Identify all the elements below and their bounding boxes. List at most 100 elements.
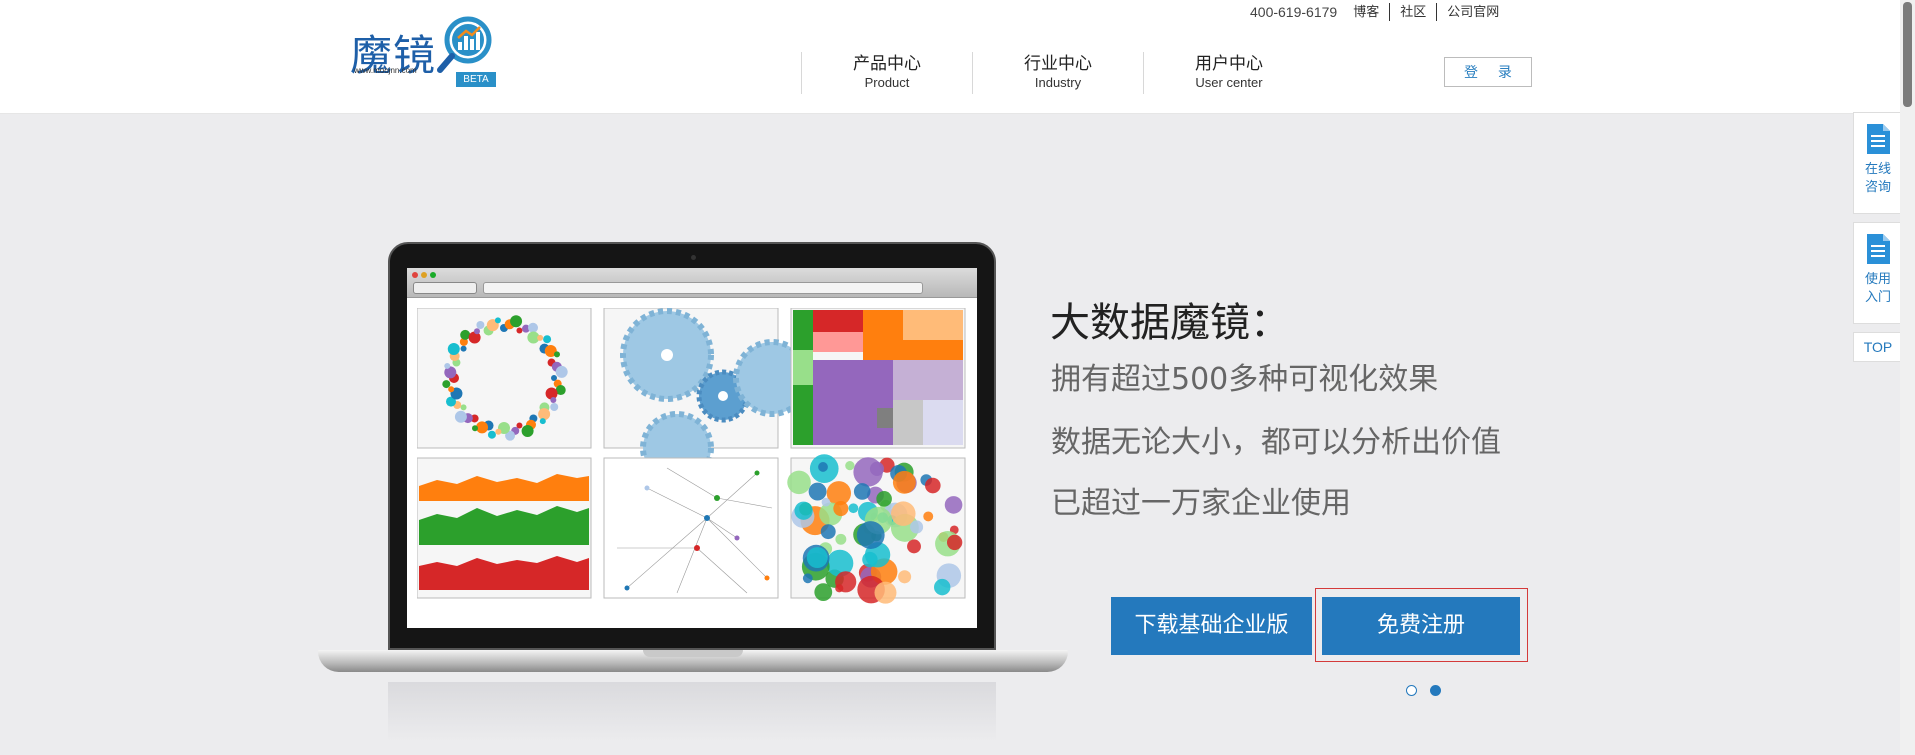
laptop-notch	[643, 650, 743, 657]
bubble	[856, 521, 885, 549]
bubble	[848, 503, 859, 514]
hero-line-2: 数据无论大小，都可以分析出价值	[1051, 425, 1501, 460]
magnifier-chart-icon	[437, 16, 492, 73]
phone-number: 400-619-6179	[1250, 4, 1338, 20]
bubble	[833, 501, 849, 517]
bubble	[923, 511, 934, 522]
scrollbar-thumb[interactable]	[1903, 2, 1912, 107]
bubble	[946, 534, 963, 551]
nav-item-user-center[interactable]: 用户中心 User center	[1143, 52, 1314, 94]
nav-item-user-center-en: User center	[1195, 75, 1263, 90]
online-consult-widget[interactable]: 在线 咨询	[1853, 112, 1903, 214]
browser-toolbar	[407, 268, 977, 298]
ring-dot	[460, 404, 467, 411]
document-icon	[1867, 124, 1890, 154]
ring-dot	[537, 334, 544, 341]
ring-dot	[476, 321, 485, 330]
nav-item-product[interactable]: 产品中心 Product	[801, 52, 972, 94]
ring-dot	[454, 410, 467, 423]
top-link-company-site[interactable]: 公司官网	[1436, 3, 1509, 21]
bubble	[892, 470, 916, 494]
bubble	[806, 547, 828, 569]
nav-item-product-zh: 产品中心	[853, 54, 921, 74]
ring-dot	[448, 386, 455, 393]
ring-dot	[442, 380, 451, 389]
top-link-blog[interactable]: 博客	[1353, 3, 1389, 21]
ring-dot	[487, 430, 496, 439]
bubble	[876, 491, 892, 507]
thumb-area-charts	[417, 457, 592, 599]
main-nav: 产品中心 Product 行业中心 Industry 用户中心 User cen…	[801, 52, 1314, 94]
thumb-bubbles	[787, 454, 966, 604]
logo-url: www.moojnn.com	[354, 66, 417, 75]
laptop-reflection	[388, 682, 996, 742]
laptop-lid	[388, 242, 996, 650]
bubble	[818, 462, 828, 472]
document-icon	[1867, 234, 1890, 264]
ring-dot	[460, 345, 467, 352]
back-to-top-button[interactable]: TOP	[1853, 332, 1903, 362]
hero-banner: 大数据魔镜： 拥有超过500多种可视化效果 数据无论大小，都可以分析出价值 已超…	[0, 114, 1900, 755]
bubble	[891, 501, 916, 526]
bubble	[853, 457, 883, 487]
bubble	[898, 570, 912, 584]
online-consult-label: 在线 咨询	[1864, 162, 1891, 195]
download-enterprise-button[interactable]: 下载基础企业版	[1111, 597, 1312, 655]
hero-headline: 大数据魔镜：	[1050, 300, 1290, 346]
top-links: 400-619-6179 博客 社区 公司官网	[1250, 2, 1509, 22]
bubble	[853, 483, 871, 500]
ring-dot	[494, 317, 501, 324]
laptop-illustration	[318, 242, 1068, 742]
getting-started-label: 使用 入门	[1864, 272, 1891, 305]
ring-dot	[528, 322, 538, 333]
bubble	[820, 524, 836, 540]
maximize-dot-icon	[430, 272, 436, 278]
bubble	[907, 539, 921, 554]
login-button[interactable]: 登 录	[1444, 57, 1532, 87]
ring-dot	[550, 403, 559, 411]
nav-item-user-center-zh: 用户中心	[1195, 54, 1263, 74]
nav-item-industry[interactable]: 行业中心 Industry	[972, 52, 1143, 94]
slider-dots	[1406, 685, 1454, 696]
bubble	[835, 533, 847, 545]
bubble	[835, 571, 857, 593]
bubble	[821, 497, 831, 507]
close-dot-icon	[412, 272, 418, 278]
slider-dot-1[interactable]	[1406, 685, 1417, 696]
laptop-screen	[407, 268, 977, 628]
ring-dot	[538, 408, 551, 421]
thumb-network	[603, 457, 779, 599]
camera-dot	[691, 255, 696, 260]
getting-started-widget[interactable]: 使用 入门	[1853, 222, 1903, 324]
ring-dot	[516, 327, 523, 334]
bubble	[787, 470, 811, 495]
bubble	[910, 520, 924, 534]
ring-dot	[553, 351, 560, 358]
thumb-gears	[603, 308, 811, 485]
visualization-thumbnails	[417, 308, 966, 604]
slider-dot-2[interactable]	[1430, 685, 1441, 696]
address-bar	[483, 282, 923, 294]
bubble	[874, 581, 897, 604]
ring-dot	[555, 365, 568, 378]
bubble	[794, 501, 813, 520]
nav-item-industry-zh: 行业中心	[1024, 54, 1092, 74]
free-register-button[interactable]: 免费注册	[1322, 597, 1520, 655]
bubble	[808, 482, 827, 501]
page-scrollbar[interactable]	[1900, 0, 1915, 755]
bubble	[944, 496, 963, 514]
thumb-circle-dots	[417, 308, 592, 449]
ring-dot	[495, 428, 502, 435]
top-link-community[interactable]: 社区	[1389, 3, 1436, 21]
ring-dot	[474, 328, 480, 335]
ring-dot	[472, 425, 478, 432]
bubble	[845, 460, 855, 471]
minimize-dot-icon	[421, 272, 427, 278]
hero-line-1: 拥有超过500多种可视化效果	[1051, 362, 1439, 397]
ring-dot	[543, 335, 552, 344]
bubble	[802, 573, 813, 584]
site-logo[interactable]: 魔镜 www.moojnn.com BETA	[350, 16, 500, 87]
ring-dot	[521, 424, 534, 437]
ring-dot	[444, 362, 451, 369]
beta-badge: BETA	[456, 72, 496, 87]
